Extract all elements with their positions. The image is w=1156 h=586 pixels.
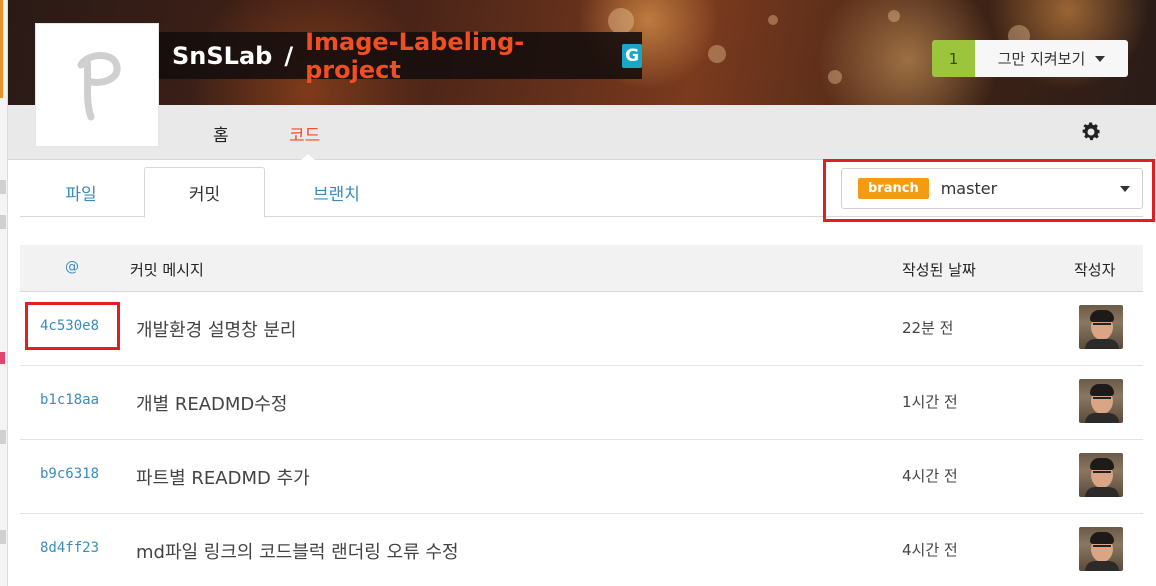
watch-button-group: 1 그만 지켜보기: [932, 40, 1128, 77]
branch-badge: branch: [858, 178, 929, 199]
column-sha: @: [65, 259, 79, 275]
background-window-edge: [0, 0, 8, 586]
column-author: 작성자: [1074, 261, 1116, 279]
commit-sha-link[interactable]: b9c6318: [40, 466, 99, 482]
commit-sha-link[interactable]: b1c18aa: [40, 392, 99, 408]
tab-branches[interactable]: 브랜치: [275, 167, 398, 217]
project-nav: 홈 코드: [8, 105, 1156, 161]
author-avatar[interactable]: [1079, 527, 1123, 571]
author-avatar[interactable]: [1079, 305, 1123, 349]
commit-date: 4시간 전: [902, 467, 958, 485]
table-row: b1c18aa 개별 READMD수정 1시간 전: [20, 366, 1143, 440]
author-avatar[interactable]: [1079, 453, 1123, 497]
author-avatar[interactable]: [1079, 379, 1123, 423]
commit-date: 1시간 전: [902, 393, 958, 411]
table-row: 4c530e8 개발환경 설명창 분리 22분 전: [20, 292, 1143, 366]
watch-count[interactable]: 1: [932, 40, 975, 77]
branch-name: master: [940, 179, 998, 198]
tab-files[interactable]: 파일: [20, 167, 142, 217]
commit-message[interactable]: md파일 링크의 코드블럭 랜더링 오류 수정: [136, 538, 459, 564]
commit-message[interactable]: 파트별 READMD 추가: [136, 464, 310, 490]
commit-table-header: @ 커밋 메시지 작성된 날짜 작성자: [20, 245, 1143, 292]
settings-gear-icon[interactable]: [1079, 120, 1103, 144]
nav-home[interactable]: 홈: [213, 121, 229, 146]
branch-selector[interactable]: branch master: [841, 168, 1143, 209]
unwatch-button[interactable]: 그만 지켜보기: [975, 40, 1128, 77]
unwatch-label: 그만 지켜보기: [997, 50, 1086, 68]
table-row: b9c6318 파트별 READMD 추가 4시간 전: [20, 440, 1143, 514]
commit-message[interactable]: 개발환경 설명창 분리: [136, 316, 296, 342]
caret-down-icon: [1095, 55, 1106, 62]
tab-commits[interactable]: 커밋: [144, 167, 265, 218]
table-row: 8d4ff23 md파일 링크의 코드블럭 랜더링 오류 수정 4시간 전: [20, 514, 1143, 586]
column-message: 커밋 메시지: [130, 261, 204, 279]
repo-owner-link[interactable]: SnSLab: [172, 42, 272, 70]
commit-date: 4시간 전: [902, 541, 958, 559]
title-separator: /: [284, 41, 294, 70]
repo-name-link[interactable]: Image-Labeling-project: [305, 28, 616, 84]
nav-code[interactable]: 코드: [289, 121, 320, 146]
project-logo[interactable]: [35, 23, 159, 147]
caret-down-icon: [1120, 186, 1130, 192]
commit-message[interactable]: 개별 READMD수정: [136, 390, 287, 416]
column-date: 작성된 날짜: [902, 261, 976, 279]
sha-highlight-box: [25, 302, 120, 350]
commit-sha-link[interactable]: 8d4ff23: [40, 540, 99, 556]
repo-type-badge: G: [622, 43, 642, 68]
commit-date: 22분 전: [902, 319, 954, 337]
project-logo-icon: [77, 52, 121, 121]
repo-title: SnSLab / Image-Labeling-project G: [159, 28, 642, 84]
